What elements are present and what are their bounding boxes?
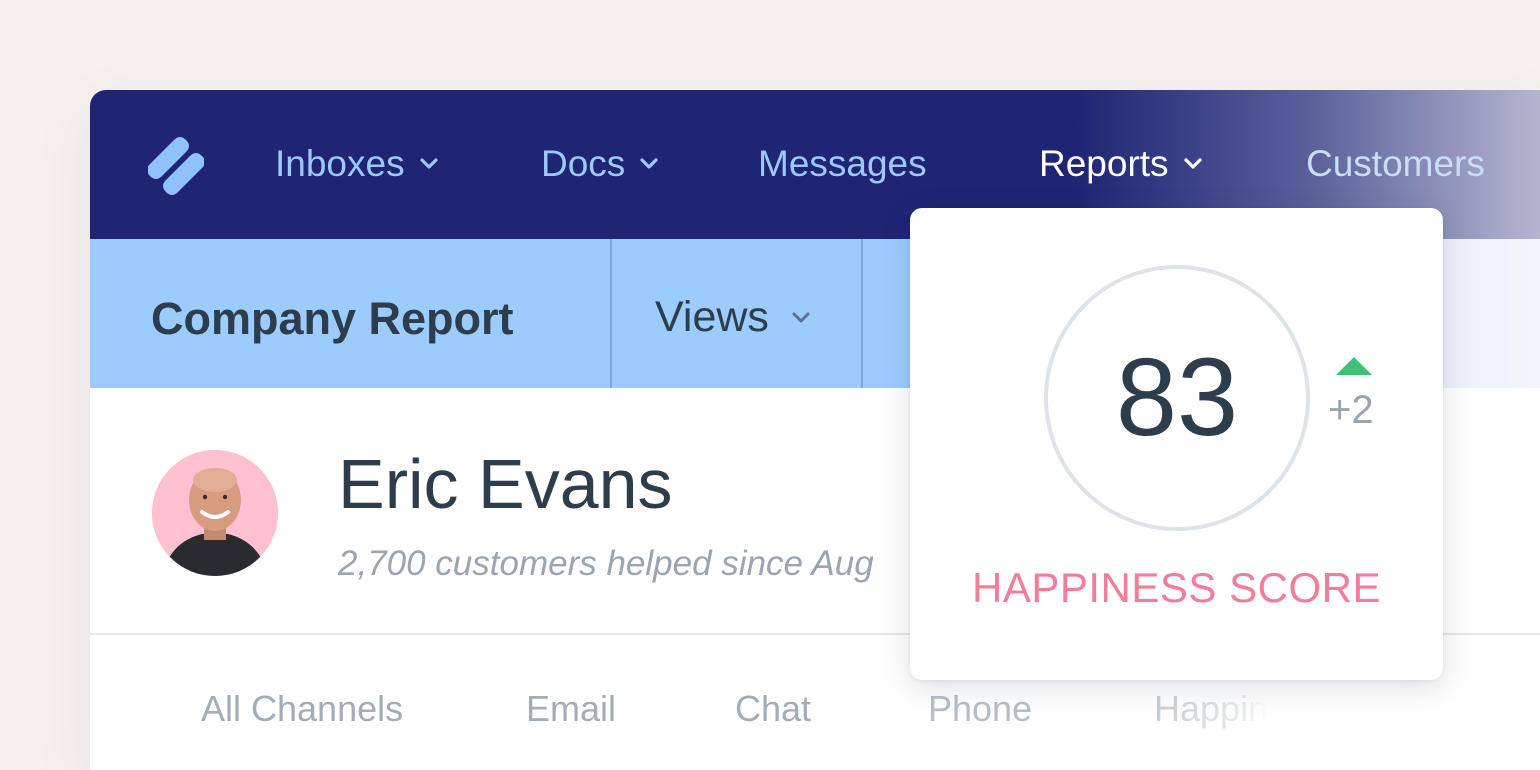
page-title: Company Report — [151, 293, 514, 344]
happiness-score-card: 83 +2 HAPPINESS SCORE — [910, 208, 1443, 680]
tab-email[interactable]: Email — [526, 688, 616, 730]
chevron-down-icon — [1183, 158, 1202, 169]
views-dropdown[interactable]: Views — [655, 293, 811, 342]
subbar-divider — [861, 239, 863, 388]
happiness-score-value: 83 — [1115, 336, 1239, 459]
avatar[interactable] — [152, 450, 278, 576]
tab-chat[interactable]: Chat — [735, 688, 811, 730]
nav-docs-label: Docs — [541, 143, 626, 184]
agent-name: Eric Evans — [338, 445, 673, 523]
chevron-down-icon — [419, 158, 438, 169]
tab-happiness[interactable]: Happin — [1154, 688, 1268, 730]
chevron-down-icon — [792, 312, 810, 322]
person-photo-icon — [152, 450, 278, 576]
views-label: Views — [655, 293, 769, 341]
nav-inboxes[interactable]: Inboxes — [275, 138, 439, 190]
nav-docs[interactable]: Docs — [541, 138, 659, 190]
happiness-score-label: HAPPINESS SCORE — [972, 564, 1381, 611]
nav-messages-label: Messages — [758, 143, 927, 184]
trend-up-icon — [1336, 357, 1372, 375]
chevron-down-icon — [640, 158, 658, 169]
agent-subtitle: 2,700 customers helped since Aug — [338, 544, 874, 583]
nav-reports-label: Reports — [1039, 143, 1169, 184]
nav-messages[interactable]: Messages — [758, 138, 927, 190]
nav-customers[interactable]: Customers — [1306, 138, 1485, 190]
tab-all-channels[interactable]: All Channels — [201, 688, 403, 730]
score-delta: +2 — [1328, 388, 1374, 432]
subbar-divider — [610, 239, 612, 388]
nav-inboxes-label: Inboxes — [275, 143, 405, 184]
helpscout-logo-icon[interactable] — [148, 134, 204, 196]
nav-reports[interactable]: Reports — [1039, 138, 1203, 190]
nav-customers-label: Customers — [1306, 143, 1485, 184]
tab-phone[interactable]: Phone — [928, 688, 1032, 730]
